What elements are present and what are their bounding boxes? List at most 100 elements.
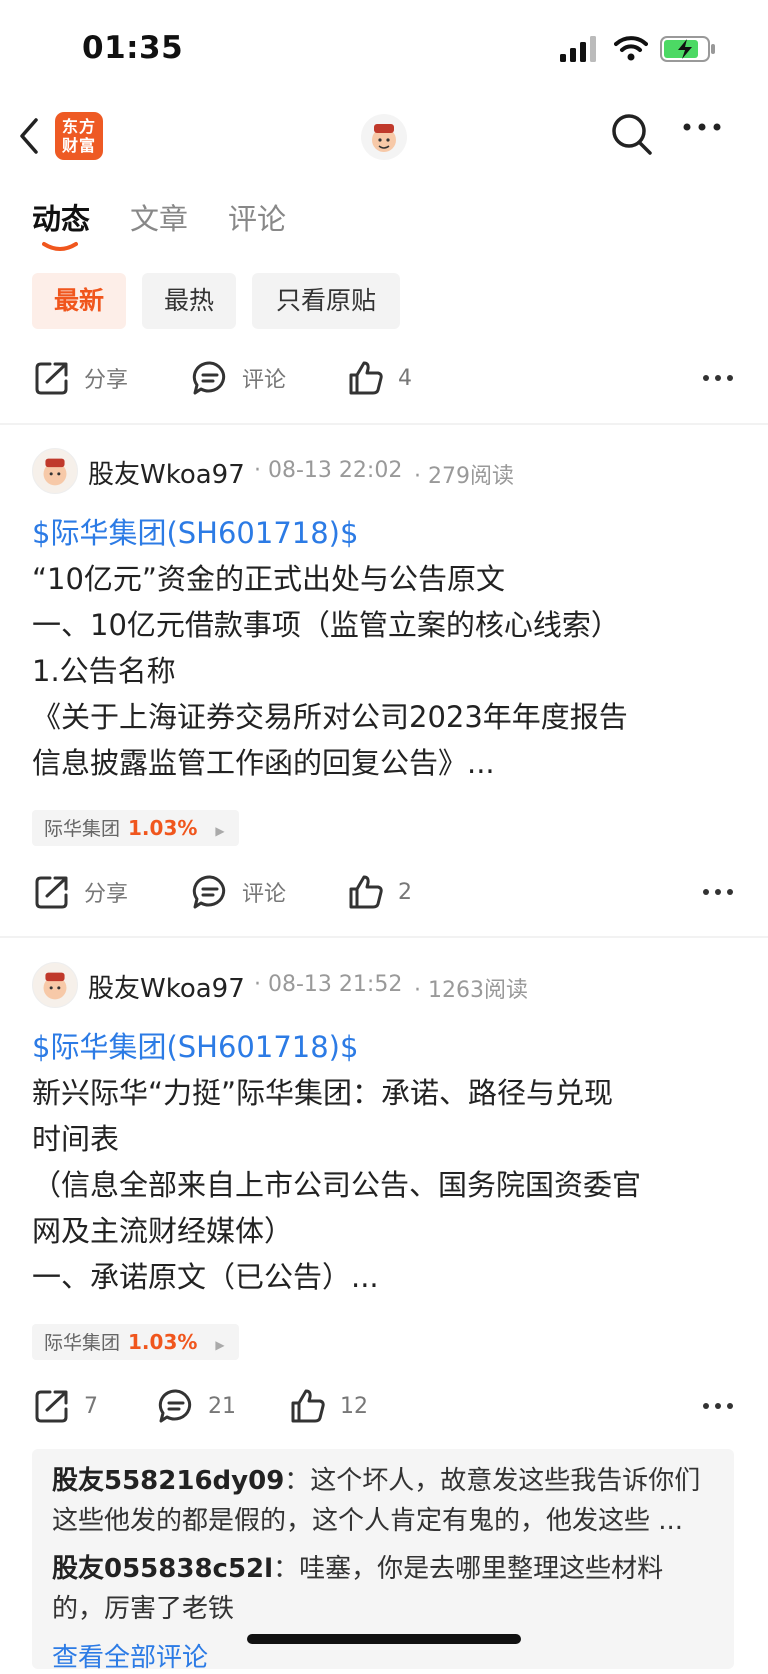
post-line: “10亿元”资金的正式出处与公告原文 [32,562,505,596]
cellular-signal-icon [560,36,596,62]
tab-comments[interactable]: 评论 [228,196,286,238]
post-header: 股友Wkoa97 · 08-13 21:52 · 1263阅读 [32,962,752,1012]
more-icon[interactable] [702,888,734,896]
share-button[interactable]: 7 [34,1376,98,1436]
share-icon [35,876,68,909]
post-reads: · 1263阅读 [414,978,528,1003]
stock-tag-change: 1.03% [128,816,198,840]
divider [0,936,768,938]
play-arrow-icon: ▶ [215,1338,225,1352]
like-count: 4 [398,365,412,391]
comment-button[interactable]: 评论 [192,862,286,922]
stock-tag-name: 际华集团 [44,818,121,840]
stock-tag[interactable]: 际华集团 1.03% ▶ [32,1324,239,1360]
share-button[interactable]: 分享 [34,862,128,922]
comment-text: ：哇塞，你是去哪里整理这些材料 [273,1554,664,1584]
share-label: 分享 [84,882,129,907]
like-button[interactable]: 2 [348,862,412,922]
view-all-comments-link[interactable]: 查看全部评论 [52,1637,208,1674]
like-button[interactable]: 12 [290,1376,368,1436]
back-arrow-icon[interactable] [14,116,44,156]
post-actions: 分享 评论 2 [0,862,768,922]
comment-text: ：这个坏人，故意发这些我告诉你们 [284,1466,701,1496]
tab-articles[interactable]: 文章 [130,196,188,238]
logo-text-top: 东方 [61,117,96,136]
fortune-god-avatar-icon [372,124,396,152]
more-options-icon[interactable] [682,122,722,132]
comment-label: 评论 [242,368,287,393]
filter-hot[interactable]: 最热 [142,273,236,329]
post-content[interactable]: $际华集团(SH601718)$ 新兴际华“力挺”际华集团：承诺、路径与兑现 时… [32,1024,742,1300]
commenter-name[interactable]: 股友558216dy09 [52,1466,284,1496]
post-line: 一、10亿元借款事项（监管立案的核心线索） [32,608,620,642]
comment-text-cont: 的，厉害了老铁 [52,1594,235,1624]
comment-label: 评论 [242,882,287,907]
filter-latest[interactable]: 最新 [32,273,126,329]
post-line: 《关于上海证券交易所对公司2023年年度报告 [32,700,628,734]
post-actions: 7 21 12 [0,1376,768,1436]
home-indicator[interactable] [247,1634,521,1644]
comment-count: 21 [208,1393,236,1419]
post-content[interactable]: $际华集团(SH601718)$ “10亿元”资金的正式出处与公告原文 一、10… [32,510,742,786]
stock-link[interactable]: $际华集团(SH601718)$ [32,510,742,556]
comment-button[interactable]: 评论 [192,348,286,408]
author-name[interactable]: 股友Wkoa97 [88,454,245,491]
comment-text-cont: 这些他发的都是假的，这个人肯定有鬼的，他发这些 ... [52,1506,684,1536]
more-icon[interactable] [702,1402,734,1410]
thumbs-up-icon [349,361,383,395]
fortune-god-avatar-icon [43,972,67,1000]
status-bar: 01:35 [0,0,768,100]
author-avatar[interactable] [32,448,78,494]
post-line: 一、承诺原文（已公告）... [32,1260,379,1294]
post-line: 网及主流财经媒体） [32,1214,294,1248]
thumbs-up-icon [349,875,383,909]
more-icon[interactable] [702,374,734,382]
author-name[interactable]: 股友Wkoa97 [88,968,245,1005]
comment-item[interactable]: 股友055838c52l：哇塞，你是去哪里整理这些材料 的，厉害了老铁 [52,1549,722,1629]
wifi-icon [614,36,648,61]
thumbs-up-icon [291,1389,325,1423]
logo-text-bottom: 财富 [61,136,96,155]
share-button[interactable]: 分享 [34,348,128,408]
tab-dynamics[interactable]: 动态 [32,196,90,238]
post-line: 新兴际华“力挺”际华集团：承诺、路径与兑现 [32,1076,614,1110]
battery-charging-icon [660,36,715,62]
share-count: 7 [84,1393,98,1419]
comment-icon [158,1389,192,1423]
status-time: 01:35 [82,30,184,66]
filter-original-only[interactable]: 只看原贴 [252,273,400,329]
search-icon[interactable] [610,112,654,158]
post-line: 时间表 [32,1122,120,1156]
stock-tag[interactable]: 际华集团 1.03% ▶ [32,810,239,846]
share-label: 分享 [84,368,129,393]
author-avatar[interactable] [32,962,78,1008]
app-logo[interactable]: 东方 财富 [55,112,103,160]
like-count: 2 [398,879,412,905]
play-arrow-icon: ▶ [215,824,225,838]
stock-link[interactable]: $际华集团(SH601718)$ [32,1024,742,1070]
post-line: 信息披露监管工作函的回复公告》... [32,746,495,780]
post-line: （信息全部来自上市公司公告、国务院国资委官 [32,1168,642,1202]
post-line: 1.公告名称 [32,654,176,688]
like-count: 12 [340,1393,368,1419]
user-avatar[interactable] [361,114,407,160]
post-actions: 分享 评论 4 [0,348,768,408]
comment-icon [192,875,226,909]
post-reads: · 279阅读 [414,464,514,489]
share-icon [35,1390,68,1423]
divider [0,423,768,425]
comment-item[interactable]: 股友558216dy09：这个坏人，故意发这些我告诉你们 这些他发的都是假的，这… [52,1461,722,1541]
post-date: · 08-13 21:52 [254,972,403,997]
fortune-god-avatar-icon [43,458,67,486]
comment-button[interactable]: 21 [158,1376,236,1436]
nav-bar: 东方 财富 [0,100,768,180]
post-date: · 08-13 22:02 [254,458,403,483]
post-header: 股友Wkoa97 · 08-13 22:02 · 279阅读 [32,448,752,498]
stock-tag-name: 际华集团 [44,1332,121,1354]
share-icon [35,362,68,395]
stock-tag-change: 1.03% [128,1330,198,1354]
like-button[interactable]: 4 [348,348,412,408]
commenter-name[interactable]: 股友055838c52l [52,1554,273,1584]
comment-icon [192,361,226,395]
active-tab-indicator [42,242,78,251]
